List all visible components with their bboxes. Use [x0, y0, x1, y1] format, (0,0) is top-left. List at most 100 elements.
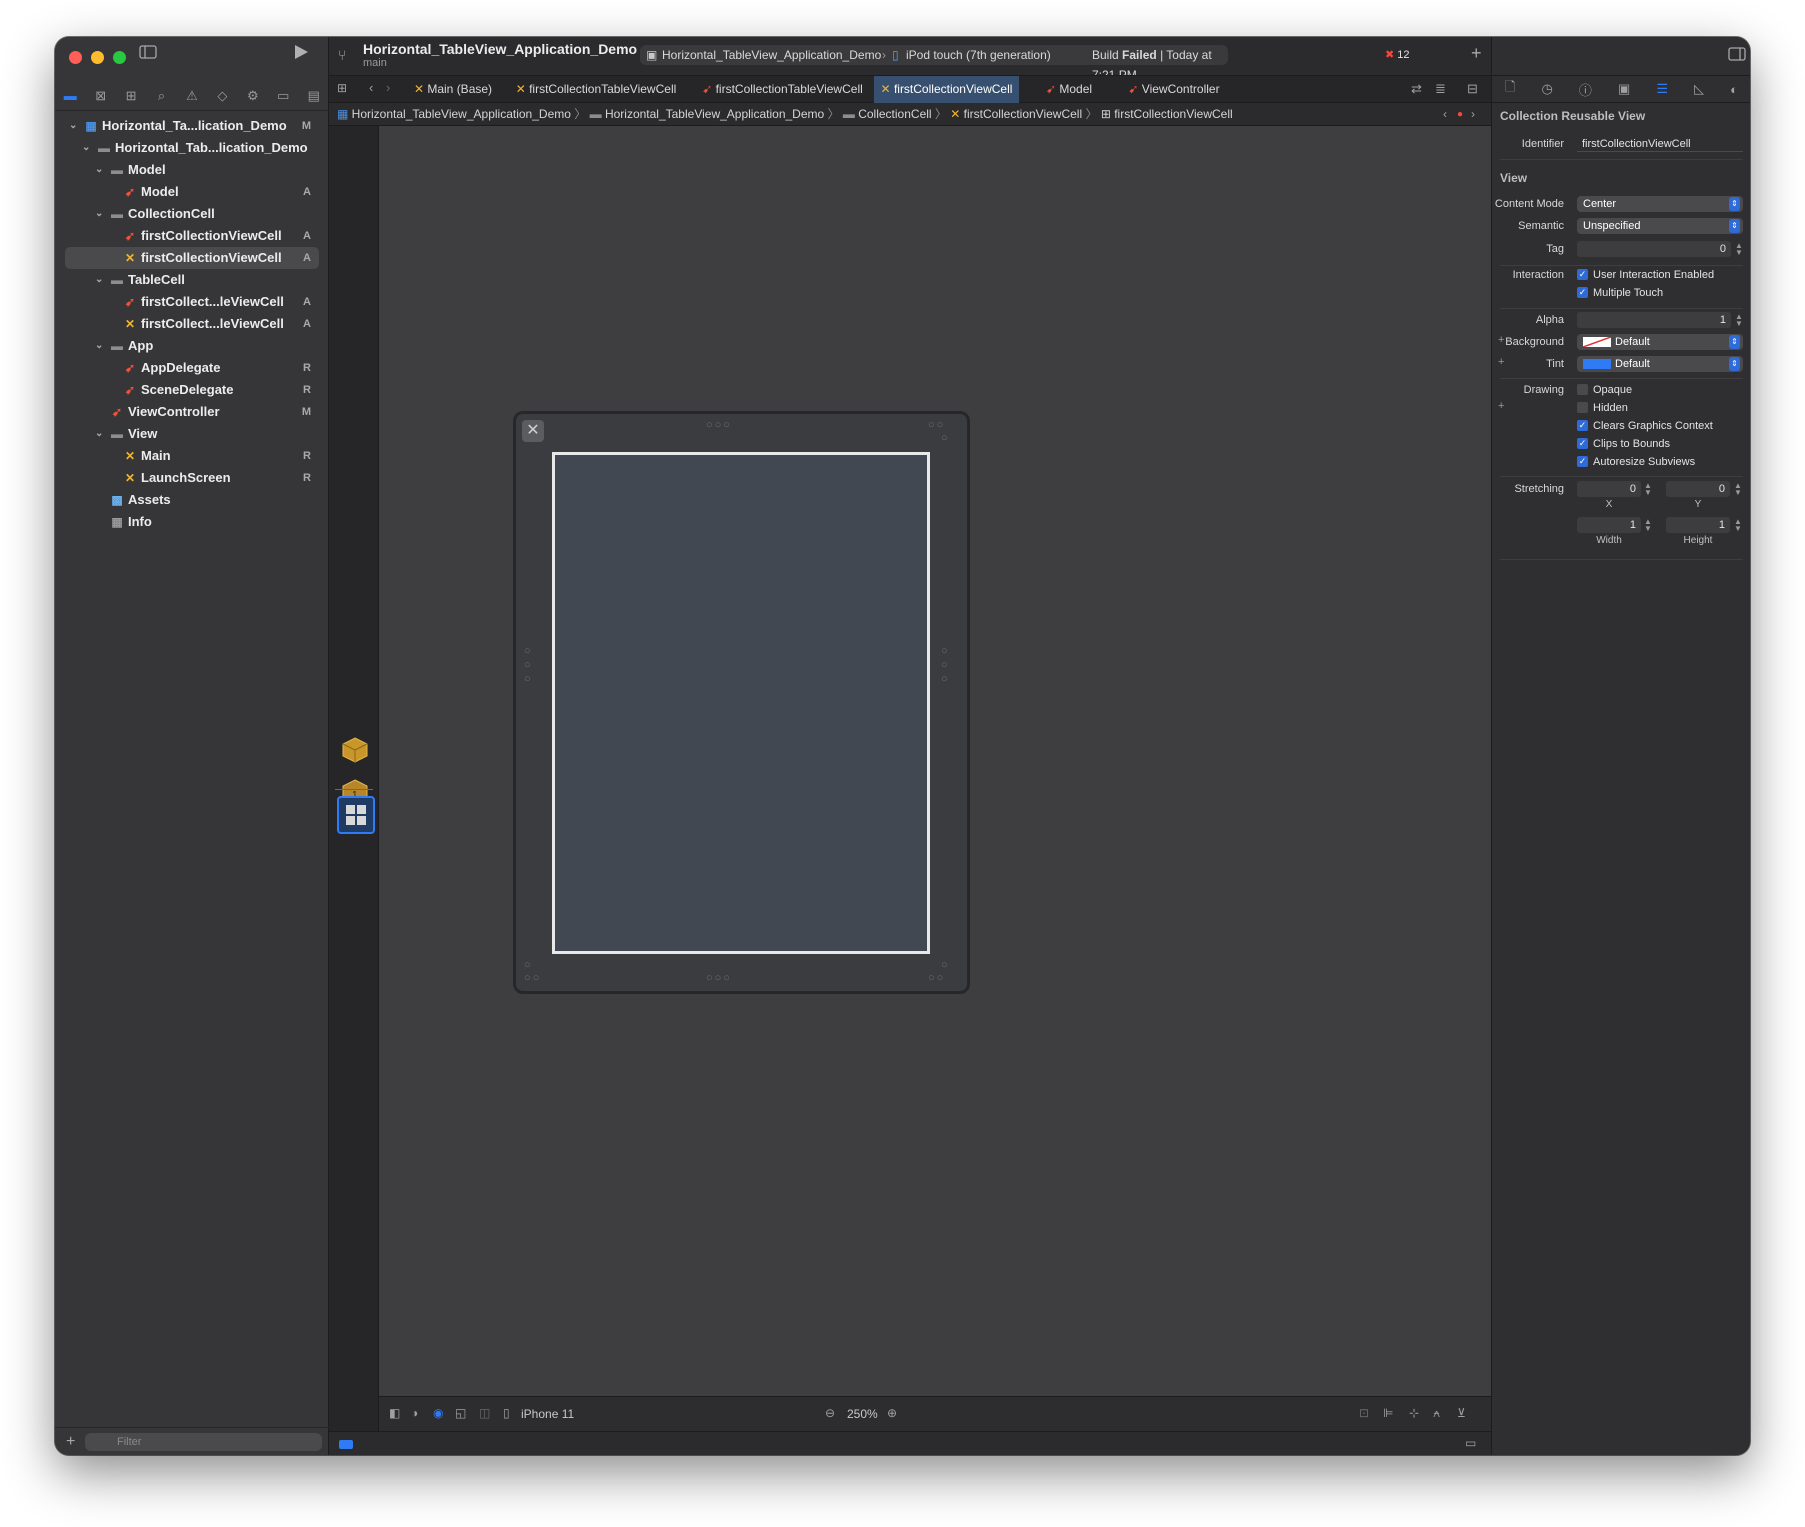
source-control-icon[interactable]: ⊠ [90, 88, 112, 104]
tree-row[interactable]: ➹ AppDelegate R [55, 357, 329, 379]
outline-toggle-icon[interactable]: ◧ [389, 1406, 400, 1420]
tree-row[interactable]: ⌄ ▬ Model [55, 159, 329, 181]
stretch-x-stepper[interactable]: ▲ ▼ [1644, 482, 1652, 497]
tree-row[interactable]: ✕ LaunchScreen R [55, 467, 329, 489]
identifier-field[interactable]: firstCollectionViewCell [1577, 136, 1743, 152]
minimize-window-button[interactable] [91, 51, 104, 64]
tab-5[interactable]: ➹ ViewController [1119, 76, 1229, 103]
chevron-right-icon[interactable]: › [1471, 103, 1475, 126]
error-badge[interactable]: ✖ 12 [1385, 48, 1410, 61]
content-view[interactable] [552, 452, 930, 954]
tag-field[interactable]: 0 [1577, 241, 1731, 257]
history-icon[interactable]: ◷ [1542, 81, 1553, 97]
forward-icon[interactable]: › [386, 80, 390, 95]
breadcrumb-item[interactable]: Horizontal_TableView_Application_Demo [605, 107, 824, 121]
collection-view-cell-frame[interactable]: ✕ ○○○ ○○ ○ ○ ○ ○ ○ ○ ○ ○ ○○ ○○○ ○ ○○ [513, 411, 970, 994]
tree-row[interactable]: ⌄ ▦ Horizontal_Ta...lication_Demo M [55, 115, 329, 137]
tree-row[interactable]: ▦ Info [55, 511, 329, 533]
tree-row[interactable]: ▩ Assets [55, 489, 329, 511]
align-icon[interactable]: ⊫ [1383, 1406, 1393, 1420]
tint-popup[interactable]: Default ⇕ [1577, 356, 1743, 372]
stretch-y-stepper[interactable]: ▲ ▼ [1734, 482, 1742, 497]
add-constraints-icon[interactable]: ⊹ [1409, 1406, 1419, 1420]
resize-handle-right[interactable]: ○ ○ ○ [941, 644, 951, 686]
device-name[interactable]: iPhone 11 [521, 1407, 574, 1421]
clears-context-checkbox[interactable]: ✓ Clears Graphics Context [1577, 418, 1713, 434]
scheme-name[interactable]: Horizontal_TableView_Application_Demo [662, 45, 881, 65]
stretch-y-field[interactable]: 0 [1666, 481, 1730, 497]
split-editor-icon[interactable]: ⊟ [1467, 81, 1478, 97]
tree-row[interactable]: ➹ firstCollect...leViewCell A [55, 291, 329, 313]
attributes-icon[interactable]: ☰ [1656, 81, 1668, 97]
tab-3[interactable]: ✕ firstCollectionViewCell [874, 76, 1019, 103]
resize-handle-top-right[interactable]: ○○ [928, 419, 945, 431]
resize-handle-left[interactable]: ○ ○ ○ [524, 644, 534, 686]
zoom-window-button[interactable] [113, 51, 126, 64]
hidden-checkbox[interactable]: Hidden [1577, 400, 1628, 416]
tab-0[interactable]: ✕ Main (Base) [405, 76, 501, 103]
tree-row[interactable]: ⌄ ▬ View [55, 423, 329, 445]
interface-builder-canvas[interactable]: ✕ ○○○ ○○ ○ ○ ○ ○ ○ ○ ○ ○ ○○ ○○○ ○ ○○ [379, 126, 1491, 1431]
breakpoint-icon[interactable]: ▭ [272, 88, 294, 104]
filter-input[interactable]: Filter [85, 1433, 322, 1451]
inspector-toggle-icon[interactable] [1728, 47, 1746, 66]
tree-row[interactable]: ⌄ ▬ Horizontal_Tab...lication_Demo [55, 137, 329, 159]
scheme-selector[interactable]: ▣ Horizontal_TableView_Application_Demo … [640, 45, 1228, 82]
breadcrumb-item[interactable]: Horizontal_TableView_Application_Demo [352, 107, 571, 121]
breadcrumb-item[interactable]: firstCollectionViewCell [1114, 107, 1233, 121]
tree-row[interactable]: ✕ firstCollectionViewCell A [65, 247, 319, 269]
tree-row[interactable]: ✕ firstCollect...leViewCell A [55, 313, 329, 335]
folder-icon[interactable]: ▬ [59, 88, 81, 103]
add-variation-icon[interactable]: + [1498, 400, 1504, 412]
disclosure-chevron-icon[interactable]: ⌄ [69, 115, 77, 137]
console-toggle-icon[interactable]: ▭ [1465, 1436, 1476, 1450]
stretch-width-stepper[interactable]: ▲ ▼ [1644, 518, 1652, 533]
run-button[interactable] [293, 43, 309, 66]
disclosure-chevron-icon[interactable]: ⌄ [95, 159, 103, 181]
breadcrumb-item[interactable]: CollectionCell [858, 107, 931, 121]
zoom-level[interactable]: 250% [847, 1407, 878, 1421]
tree-row[interactable]: ⌄ ▬ App [55, 335, 329, 357]
accessibility-icon[interactable]: ◉ [433, 1406, 443, 1420]
report-icon[interactable]: ▤ [303, 88, 325, 104]
tree-row[interactable]: ➹ ViewController M [55, 401, 329, 423]
stretch-height-stepper[interactable]: ▲ ▼ [1734, 518, 1742, 533]
resize-handle-bottom-right-corner[interactable]: ○ [941, 959, 950, 971]
sidebar-toggle-icon[interactable] [139, 45, 157, 64]
update-frames-icon[interactable]: ⊡ [1359, 1406, 1369, 1420]
add-icon[interactable]: + [66, 1433, 75, 1451]
tab-1[interactable]: ✕ firstCollectionTableViewCell [501, 76, 691, 103]
user-interaction-checkbox[interactable]: ✓ User Interaction Enabled [1577, 267, 1714, 283]
resize-handle-bottom[interactable]: ○○○ [706, 972, 732, 984]
resize-handle-bottom-left[interactable]: ○○ [524, 972, 541, 984]
background-popup[interactable]: Default ⇕ [1577, 334, 1743, 350]
close-icon[interactable]: ✕ [522, 420, 544, 442]
warning-icon[interactable]: ⚠ [181, 88, 203, 104]
disclosure-chevron-icon[interactable]: ⌄ [95, 269, 103, 291]
disclosure-chevron-icon[interactable]: ⌄ [95, 335, 103, 357]
add-tab-icon[interactable]: + [1471, 43, 1482, 64]
semantic-popup[interactable]: Unspecified ⇕ [1577, 218, 1743, 234]
multiple-touch-checkbox[interactable]: ✓ Multiple Touch [1577, 285, 1663, 301]
resize-handle-bottom-left-corner[interactable]: ○ [524, 959, 533, 971]
run-destination[interactable]: iPod touch (7th generation) [906, 45, 1051, 65]
alpha-stepper[interactable]: ▲ ▼ [1735, 313, 1743, 328]
symbol-icon[interactable]: ⊞ [120, 88, 142, 104]
orientation-icon[interactable]: ◱ [455, 1406, 466, 1420]
alpha-field[interactable]: 1 [1577, 312, 1731, 328]
size-icon[interactable]: ◺ [1694, 81, 1704, 97]
zoom-out-icon[interactable]: ⊖ [825, 1406, 835, 1420]
tree-row[interactable]: ⌄ ▬ CollectionCell [55, 203, 329, 225]
tag-stepper[interactable]: ▲ ▼ [1735, 242, 1743, 257]
files-owner-icon[interactable] [341, 736, 369, 769]
layout-icon[interactable]: ◫ [479, 1406, 490, 1420]
tree-row[interactable]: ✕ Main R [55, 445, 329, 467]
refresh-icon[interactable]: ⇄ [1411, 81, 1422, 97]
file-inspector-icon[interactable]: 🗋 [1505, 78, 1515, 100]
device-icon[interactable]: ▯ [503, 1406, 510, 1420]
back-icon[interactable]: ‹ [369, 80, 373, 95]
clips-to-bounds-checkbox[interactable]: ✓ Clips to Bounds [1577, 436, 1670, 452]
search-icon[interactable]: ⌕ [151, 88, 173, 104]
tree-row[interactable]: ➹ Model A [55, 181, 329, 203]
stretch-height-field[interactable]: 1 [1666, 517, 1730, 533]
